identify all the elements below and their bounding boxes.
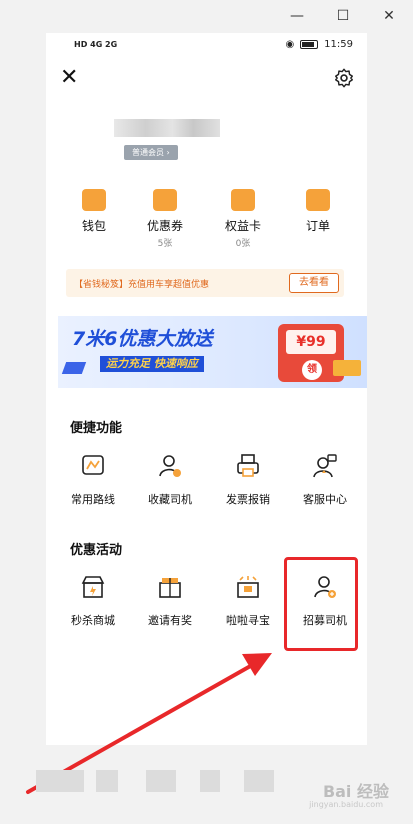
benefit-card-count: 0张	[235, 239, 251, 249]
app-window: — ☐ ✕ HD 4G 2G ◉ 11:59 ✕ 普通会员 › 钱包 优惠券 5…	[0, 0, 413, 824]
blur-block	[96, 770, 118, 792]
wallet-button[interactable]: 钱包	[64, 189, 124, 234]
favorite-driver-icon	[159, 455, 181, 477]
invoice-button[interactable]: 发票报销	[213, 453, 283, 507]
convenient-grid: 常用路线 收藏司机 发票报销 客服中心	[46, 453, 367, 513]
member-badge[interactable]: 普通会员 ›	[124, 145, 178, 160]
promo-bar: 【省钱秘笈】充值用车享超值优惠 去看看	[66, 269, 344, 297]
coupon-icon	[153, 189, 177, 211]
status-bar: HD 4G 2G ◉ 11:59	[46, 33, 367, 57]
store-icon	[81, 576, 105, 598]
blur-block	[146, 770, 176, 792]
close-icon[interactable]: ✕	[60, 67, 78, 89]
customer-service-icon	[313, 454, 337, 478]
coupons-count: 5张	[157, 239, 173, 249]
promo-go-button[interactable]: 去看看	[289, 273, 339, 293]
card-icon	[231, 189, 255, 211]
gift-icon	[159, 578, 181, 598]
activities-section-title: 优惠活动	[70, 543, 123, 558]
orders-label: 订单	[305, 219, 330, 233]
route-icon	[82, 455, 104, 475]
truck-decoration	[333, 360, 361, 376]
flash-sale-mall-button[interactable]: 秒杀商城	[58, 574, 128, 628]
gear-icon[interactable]	[333, 67, 355, 89]
convenient-section-title: 便捷功能	[70, 421, 123, 436]
invite-reward-button[interactable]: 邀请有奖	[135, 574, 205, 628]
benefit-card-button[interactable]: 权益卡 0张	[213, 189, 273, 249]
watermark-logo: Bai 经验	[322, 782, 389, 801]
top-bar: ✕	[46, 63, 367, 93]
coupon-claim: 领	[302, 360, 322, 380]
window-controls: — ☐ ✕	[287, 8, 399, 24]
wallet-label: 钱包	[81, 219, 106, 233]
banner-title: 7米6优惠大放送	[72, 328, 213, 350]
minimize-button[interactable]: —	[287, 8, 307, 24]
favorite-drivers-button[interactable]: 收藏司机	[135, 453, 205, 507]
coupon-amount: ¥99	[286, 330, 336, 354]
blur-block	[200, 770, 220, 792]
close-window-button[interactable]: ✕	[379, 8, 399, 24]
network-indicators: HD 4G 2G	[74, 40, 118, 49]
blur-block	[244, 770, 274, 792]
invoice-printer-icon	[237, 454, 259, 477]
clock: 11:59	[324, 39, 353, 50]
banner-subtitle: 运力充足 快速响应	[100, 356, 204, 372]
battery-icon	[300, 40, 319, 49]
customer-service-button[interactable]: 客服中心	[290, 453, 360, 507]
quick-access-row: 钱包 优惠券 5张 权益卡 0张 订单	[46, 189, 367, 259]
frequent-routes-label: 常用路线	[71, 493, 115, 506]
promo-banner[interactable]: 7米6优惠大放送 运力充足 快速响应 ¥99 领	[58, 316, 367, 388]
blurred-username	[114, 119, 220, 137]
location-icon: ◉	[285, 39, 295, 50]
treasure-icon	[237, 576, 259, 598]
frequent-routes-button[interactable]: 常用路线	[58, 453, 128, 507]
highlight-annotation-box	[284, 557, 358, 651]
favorite-drivers-label: 收藏司机	[148, 493, 192, 506]
coupons-label: 优惠券	[146, 219, 183, 233]
invite-reward-label: 邀请有奖	[148, 614, 192, 627]
treasure-hunt-button[interactable]: 啦啦寻宝	[213, 574, 283, 628]
flash-sale-mall-label: 秒杀商城	[71, 614, 115, 627]
wallet-icon	[82, 189, 106, 211]
status-right: ◉ 11:59	[285, 39, 353, 50]
watermark-url: jingyan.baidu.com	[309, 800, 383, 809]
order-icon	[306, 189, 330, 211]
benefit-card-label: 权益卡	[224, 219, 261, 233]
orders-button[interactable]: 订单	[288, 189, 348, 234]
customer-service-label: 客服中心	[303, 493, 347, 506]
coupons-button[interactable]: 优惠券 5张	[135, 189, 195, 249]
blur-block	[36, 770, 84, 792]
maximize-button[interactable]: ☐	[333, 8, 353, 24]
promo-text: 【省钱秘笈】充值用车享超值优惠	[74, 280, 210, 290]
invoice-label: 发票报销	[226, 493, 270, 506]
cube-decoration	[61, 362, 87, 374]
treasure-hunt-label: 啦啦寻宝	[226, 614, 270, 627]
